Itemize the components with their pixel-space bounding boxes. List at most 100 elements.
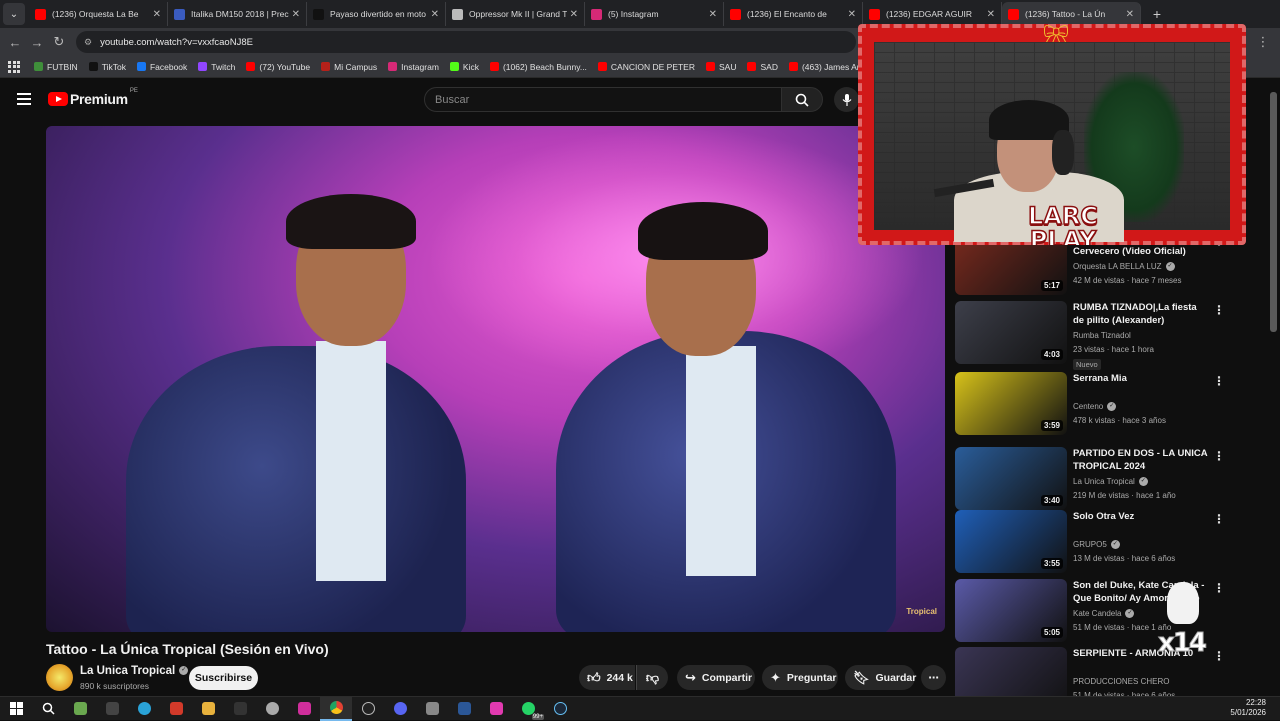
recommendation-item[interactable]: SERPIENTE - ARMONIA 10 PRODUCCIONES CHERO…	[955, 647, 1265, 696]
pink-app-icon[interactable]	[480, 697, 512, 721]
browser-menu-icon[interactable]: ⋮	[1252, 34, 1274, 50]
recommendation-channel[interactable]: PRODUCCIONES CHERO	[1073, 677, 1169, 686]
new-tab-button[interactable]: +	[1147, 4, 1167, 24]
recommendation-channel[interactable]: La Unica Tropical ✓	[1073, 477, 1148, 487]
voice-search-button[interactable]	[834, 87, 859, 112]
video-thumbnail[interactable]: 3:40	[955, 447, 1067, 510]
chrome-icon[interactable]	[320, 696, 352, 721]
channel-name[interactable]: La Unica Tropical ✓	[80, 665, 189, 677]
dislike-button[interactable]: 👎︎	[636, 665, 668, 690]
video-title-link[interactable]: PARTIDO EN DOS - LA UNICA TROPICAL 2024	[1073, 447, 1208, 473]
more-actions-button[interactable]: ⋯	[921, 665, 946, 690]
search-taskbar-icon[interactable]	[32, 697, 64, 721]
fuchsia-app-icon[interactable]	[288, 697, 320, 721]
recommendation-item[interactable]: 4:03 RUMBA TIZNADO|,La fiesta de pilito (…	[955, 301, 1265, 370]
folder-icon[interactable]	[192, 697, 224, 721]
browser-tab[interactable]: Oppressor Mk II | Grand T ✕	[446, 2, 585, 26]
channel-avatar[interactable]	[46, 664, 73, 691]
red-app-icon[interactable]	[160, 697, 192, 721]
recommendation-channel[interactable]: GRUPO5 ✓	[1073, 540, 1120, 550]
recommendation-channel[interactable]: Centeno ✓	[1073, 402, 1117, 412]
browser-tab[interactable]: (1236) Tattoo - La Ún ✕	[1002, 2, 1141, 26]
more-options-icon[interactable]: ⋮	[1213, 374, 1225, 388]
search-input[interactable]: Buscar	[424, 87, 782, 112]
browser-tab[interactable]: Italika DM150 2018 | Prec ✕	[168, 2, 307, 26]
word-icon[interactable]	[448, 697, 480, 721]
store-icon[interactable]	[64, 697, 96, 721]
app-icon[interactable]	[224, 697, 256, 721]
edge-icon[interactable]	[128, 697, 160, 721]
bookmark-item[interactable]: Facebook	[136, 62, 187, 72]
start-icon[interactable]	[0, 697, 32, 721]
ask-button[interactable]: ✦ Preguntar	[762, 665, 838, 690]
youtube-logo[interactable]: Premium PE	[48, 88, 138, 107]
bookmark-item[interactable]: SAD	[747, 62, 778, 72]
reload-icon[interactable]: ↻	[48, 34, 70, 50]
recommendation-channel[interactable]: Orquesta LA BELLA LUZ ✓	[1073, 262, 1175, 272]
browser-tab[interactable]: (1236) Orquesta La Be ✕	[29, 2, 168, 26]
bookmark-item[interactable]: (72) YouTube	[246, 62, 310, 72]
recommendation-item[interactable]: 3:59 Serrana Mia Centeno ✓ 478 k vistas · ha…	[955, 372, 1265, 436]
more-options-icon[interactable]: ⋮	[1213, 649, 1225, 663]
bookmark-item[interactable]: (1062) Beach Bunny...	[489, 62, 587, 72]
recommendation-item[interactable]: 3:40 PARTIDO EN DOS - LA UNICA TROPICAL 2…	[955, 447, 1265, 511]
close-tab-icon[interactable]: ✕	[709, 9, 717, 20]
recommendation-item[interactable]: 5:05Son del Duke, Kate Candela - Que Bon…	[955, 579, 1265, 643]
bookmark-item[interactable]: Mi Campus	[321, 62, 377, 72]
close-tab-icon[interactable]: ✕	[292, 9, 300, 20]
bookmark-item[interactable]: Instagram	[388, 62, 439, 72]
save-button[interactable]: 🔖︎ Guardar	[845, 665, 916, 690]
menu-icon[interactable]	[17, 93, 31, 105]
site-info-icon[interactable]: ⚙	[84, 37, 92, 48]
tab-search-button[interactable]: ⌄	[3, 3, 25, 25]
video-thumbnail[interactable]: 3:55	[955, 510, 1067, 573]
bookmark-item[interactable]: TikTok	[88, 62, 126, 72]
bookmark-item[interactable]: CANCION DE PETER	[597, 62, 695, 72]
like-button[interactable]: 👍︎ 244 k	[579, 665, 635, 690]
video-thumbnail[interactable]: 3:59	[955, 372, 1067, 435]
discord-icon[interactable]	[384, 697, 416, 721]
bookmark-item[interactable]: SAU	[706, 62, 736, 72]
apps-grid-icon[interactable]	[8, 60, 20, 73]
more-options-icon[interactable]: ⋮	[1213, 512, 1225, 526]
recommendation-channel[interactable]: Kate Candela ✓	[1073, 609, 1135, 619]
close-tab-icon[interactable]: ✕	[987, 9, 995, 20]
bookmark-item[interactable]: FUTBIN	[34, 62, 78, 72]
browser-tab[interactable]: Payaso divertido en moto ✕	[307, 2, 446, 26]
video-title-link[interactable]: Solo Otra Vez	[1073, 510, 1208, 523]
video-thumbnail[interactable]: 5:05	[955, 579, 1067, 642]
more-options-icon[interactable]: ⋮	[1213, 303, 1225, 317]
search-button[interactable]	[781, 87, 823, 112]
recommendation-item[interactable]: 3:55 Solo Otra Vez GRUPO5 ✓ 13 M de vistas ·…	[955, 510, 1265, 574]
browser-tab[interactable]: (1236) El Encanto de ✕	[724, 2, 863, 26]
bookmark-item[interactable]: Twitch	[198, 62, 235, 72]
github-icon[interactable]	[352, 697, 384, 721]
close-tab-icon[interactable]: ✕	[1126, 9, 1134, 20]
subscribe-button[interactable]: Suscribirse	[189, 666, 258, 690]
calculator-icon[interactable]	[416, 697, 448, 721]
game-icon[interactable]	[96, 697, 128, 721]
close-tab-icon[interactable]: ✕	[848, 9, 856, 20]
close-tab-icon[interactable]: ✕	[153, 9, 161, 20]
video-title-link[interactable]: Serrana Mia	[1073, 372, 1208, 385]
close-tab-icon[interactable]: ✕	[431, 9, 439, 20]
more-options-icon[interactable]: ⋮	[1213, 581, 1225, 595]
whatsapp-icon[interactable]: 99+	[512, 697, 544, 721]
browser-tab[interactable]: (5) Instagram ✕	[585, 2, 724, 26]
page-scrollbar[interactable]	[1270, 92, 1277, 332]
url-bar[interactable]: ⚙ youtube.com/watch?v=vxxfcaoNJ8E	[76, 31, 856, 53]
video-thumbnail[interactable]	[955, 647, 1067, 696]
recommendation-channel[interactable]: Rumba Tiznadol	[1073, 331, 1131, 340]
settings-icon[interactable]	[256, 697, 288, 721]
system-clock[interactable]: 22:28 5/01/2026	[1230, 698, 1266, 718]
video-title-link[interactable]: RUMBA TIZNADO|,La fiesta de pilito (Alex…	[1073, 301, 1208, 327]
video-player[interactable]: Tropical	[46, 126, 945, 632]
bookmark-item[interactable]: Kick	[449, 62, 479, 72]
browser-tab[interactable]: (1236) EDGAR AGUIR ✕	[863, 2, 1002, 26]
back-icon[interactable]: ←	[4, 35, 26, 50]
share-button[interactable]: ↪ Compartir	[677, 665, 755, 690]
forward-icon[interactable]: →	[26, 35, 48, 50]
steam-icon[interactable]	[544, 697, 576, 721]
more-options-icon[interactable]: ⋮	[1213, 449, 1225, 463]
close-tab-icon[interactable]: ✕	[570, 9, 578, 20]
